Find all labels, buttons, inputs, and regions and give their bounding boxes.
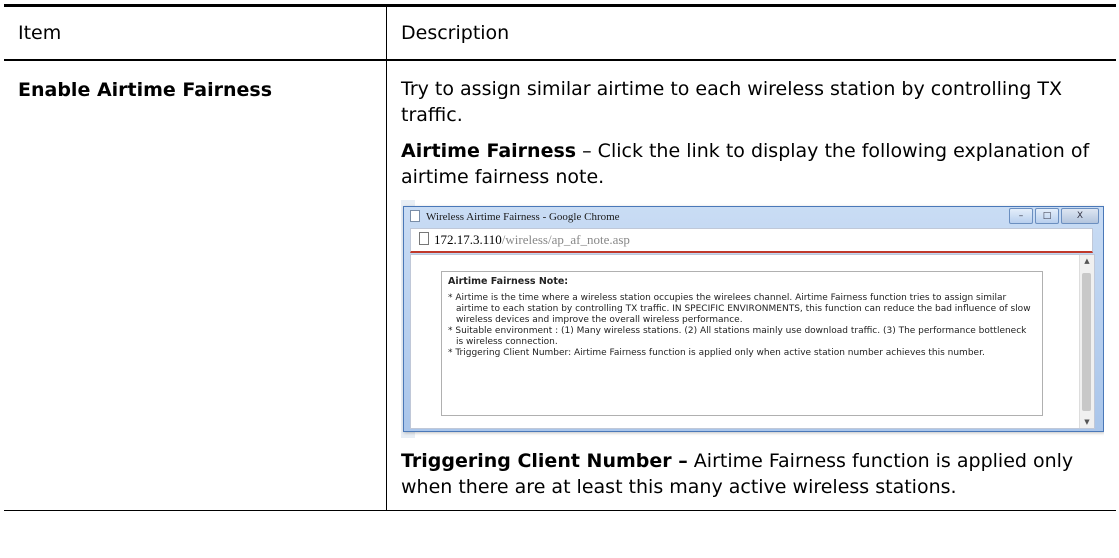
scroll-thumb[interactable]: [1082, 273, 1091, 411]
address-path: /wireless/ap_af_note.asp: [501, 232, 630, 247]
address-bar[interactable]: 172.17.3.110/wireless/ap_af_note.asp: [410, 228, 1093, 253]
window-controls: – □ X: [1009, 208, 1099, 224]
item-name: Enable Airtime Fairness: [18, 79, 273, 101]
window-title-text: Wireless Airtime Fairness - Google Chrom…: [426, 211, 620, 223]
airtime-fairness-term: Airtime Fairness: [401, 140, 577, 162]
note-line-1: * Airtime is the time where a wireless s…: [448, 293, 1031, 325]
scroll-down-icon[interactable]: ▼: [1080, 416, 1094, 428]
browser-viewport: Airtime Fairness Note: * Airtime is the …: [410, 254, 1095, 429]
note-line-3: * Triggering Client Number: Airtime Fair…: [448, 348, 985, 358]
header-description: Description: [386, 5, 1116, 60]
description-table: Item Description Enable Airtime Fairness…: [4, 4, 1116, 511]
note-line-2: * Suitable environment : (1) Many wirele…: [448, 326, 1027, 347]
page-icon: [410, 210, 420, 222]
header-item: Item: [18, 22, 62, 44]
document-icon: [419, 232, 429, 245]
maximize-button[interactable]: □: [1035, 208, 1059, 224]
address-host: 172.17.3.110: [434, 232, 502, 247]
triggering-client-term: Triggering Client Number –: [401, 450, 688, 472]
table-header-row: Item Description: [4, 5, 1116, 60]
description-paragraph-1: Try to assign similar airtime to each wi…: [401, 78, 1062, 126]
note-title: Airtime Fairness Note:: [448, 276, 569, 287]
window-title: Wireless Airtime Fairness - Google Chrom…: [410, 209, 620, 225]
browser-window: Wireless Airtime Fairness - Google Chrom…: [403, 206, 1104, 432]
minimize-button[interactable]: –: [1009, 208, 1033, 224]
note-box: Airtime Fairness Note: * Airtime is the …: [441, 271, 1043, 416]
description-paragraph-2: Airtime Fairness – Click the link to dis…: [401, 138, 1106, 190]
embedded-screenshot: Triggering Client Number (2~64): 2 (defa…: [401, 200, 1104, 438]
description-paragraph-3: Triggering Client Number – Airtime Fairn…: [401, 448, 1106, 500]
vertical-scrollbar[interactable]: ▲ ▼: [1079, 255, 1094, 428]
description-cell: Try to assign similar airtime to each wi…: [386, 60, 1116, 511]
close-button[interactable]: X: [1061, 208, 1099, 224]
table-row: Enable Airtime Fairness Try to assign si…: [4, 60, 1116, 511]
scroll-up-icon[interactable]: ▲: [1080, 255, 1094, 267]
